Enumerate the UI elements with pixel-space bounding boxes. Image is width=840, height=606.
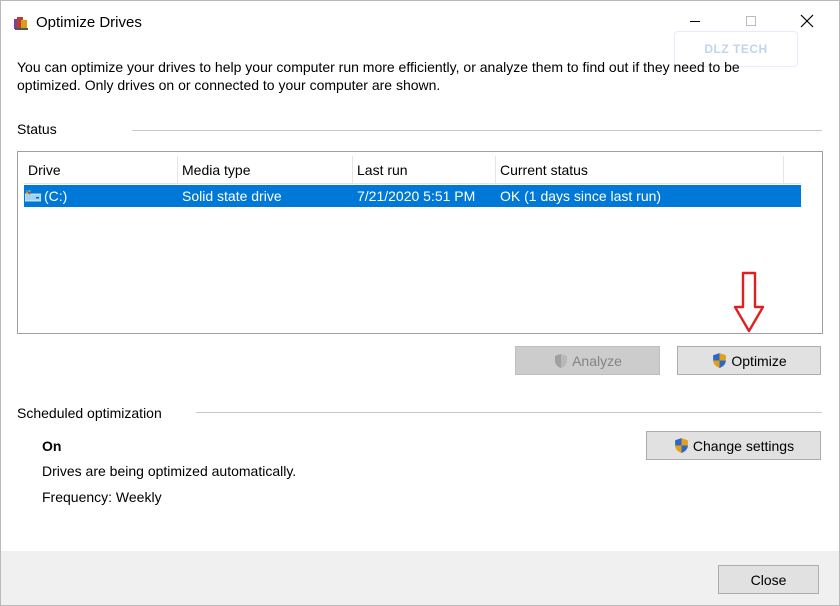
down-arrow-annotation-icon (733, 271, 765, 333)
status-label-text: Status (17, 121, 57, 137)
change-settings-label: Change settings (692, 437, 795, 454)
analyze-button[interactable]: Analyze (515, 346, 660, 375)
current-status-cell: OK (1 days since last run) (500, 188, 662, 204)
drive-row-c[interactable]: (C:) Solid state drive 7/21/2020 5:51 PM… (24, 185, 801, 207)
defrag-app-icon (14, 17, 28, 30)
drives-list-header: Drive Media type Last run Current status (24, 156, 801, 184)
schedule-description: Drives are being optimized automatically… (42, 463, 297, 479)
last-run-cell: 7/21/2020 5:51 PM (357, 188, 476, 204)
intro-line-2: optimized. Only drives on or connected t… (17, 77, 441, 93)
intro-line-1: You can optimize your drives to help you… (17, 59, 740, 75)
column-header-drive[interactable]: Drive (24, 156, 178, 184)
scheduled-divider (196, 412, 822, 413)
uac-shield-icon (555, 353, 568, 368)
uac-shield-icon (675, 438, 688, 453)
minimize-icon (690, 21, 700, 22)
scheduled-group-label: Scheduled optimization (17, 405, 162, 421)
dialog-footer: Close (1, 551, 839, 605)
column-header-last-run[interactable]: Last run (353, 156, 496, 184)
drive-cell: (C:) (24, 185, 178, 207)
column-header-current-status[interactable]: Current status (496, 156, 784, 184)
maximize-icon (746, 16, 756, 26)
column-header-media-type[interactable]: Media type (178, 156, 353, 184)
close-button[interactable]: Close (718, 565, 819, 594)
schedule-state: On (42, 438, 62, 454)
optimize-label: Optimize (731, 352, 787, 369)
close-icon (800, 14, 814, 28)
drive-icon (25, 190, 41, 202)
drive-name: (C:) (44, 188, 68, 204)
status-divider (132, 130, 822, 131)
change-settings-button[interactable]: Change settings (646, 431, 821, 460)
window-title: Optimize Drives (36, 14, 142, 31)
uac-shield-icon (713, 353, 727, 368)
media-type-cell: Solid state drive (182, 188, 282, 204)
drives-list[interactable]: Drive Media type Last run Current status… (17, 151, 823, 334)
schedule-frequency: Frequency: Weekly (42, 489, 162, 505)
optimize-drives-window: Optimize Drives DLZ TECH You can optimiz… (0, 0, 840, 606)
intro-text: You can optimize your drives to help you… (17, 58, 797, 94)
optimize-button[interactable]: Optimize (677, 346, 821, 375)
status-group-label: Status (17, 121, 57, 137)
analyze-label: Analyze (572, 352, 622, 369)
close-label: Close (750, 571, 787, 588)
